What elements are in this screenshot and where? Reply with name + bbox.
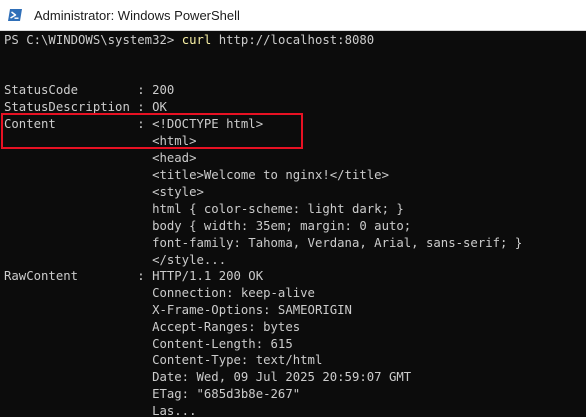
output-line: Accept-Ranges: bytes xyxy=(4,320,301,334)
title-bar[interactable]: Administrator: Windows PowerShell xyxy=(0,0,586,31)
output-line: ETag: "685d3b8e-267" xyxy=(4,387,301,401)
output-line-status-description: StatusDescription : OK xyxy=(4,100,167,114)
window-title: Administrator: Windows PowerShell xyxy=(34,8,240,23)
powershell-icon xyxy=(8,9,22,21)
output-line: Date: Wed, 09 Jul 2025 20:59:07 GMT xyxy=(4,370,412,384)
output-line: <title>Welcome to nginx!</title> xyxy=(4,168,389,182)
output-line: Content-Length: 615 xyxy=(4,337,293,351)
output-line: <head> xyxy=(4,151,197,165)
output-line: html { color-scheme: light dark; } xyxy=(4,202,404,216)
output-line-content: Content : <!DOCTYPE html> xyxy=(4,117,264,131)
output-line: font-family: Tahoma, Verdana, Arial, san… xyxy=(4,236,523,250)
terminal-area[interactable]: PS C:\WINDOWS\system32> curl http://loca… xyxy=(0,31,586,417)
command-arguments: http://localhost:8080 xyxy=(211,33,375,47)
output-line: Connection: keep-alive xyxy=(4,286,315,300)
output-line: <html> xyxy=(4,134,197,148)
output-line-status-code: StatusCode : 200 xyxy=(4,83,175,97)
powershell-window: Administrator: Windows PowerShell PS C:\… xyxy=(0,0,586,417)
output-line: X-Frame-Options: SAMEORIGIN xyxy=(4,303,352,317)
command-name: curl xyxy=(181,33,212,47)
output-line: </style... xyxy=(4,253,227,267)
command-line: PS C:\WINDOWS\system32> curl http://loca… xyxy=(4,32,374,49)
prompt: PS C:\WINDOWS\system32> xyxy=(4,33,182,47)
output-line: <style> xyxy=(4,185,204,199)
output-line: body { width: 35em; margin: 0 auto; xyxy=(4,219,412,233)
output-line: Las... xyxy=(4,404,197,417)
output-line-raw-content: RawContent : HTTP/1.1 200 OK xyxy=(4,269,264,283)
output-line: Content-Type: text/html xyxy=(4,353,323,367)
